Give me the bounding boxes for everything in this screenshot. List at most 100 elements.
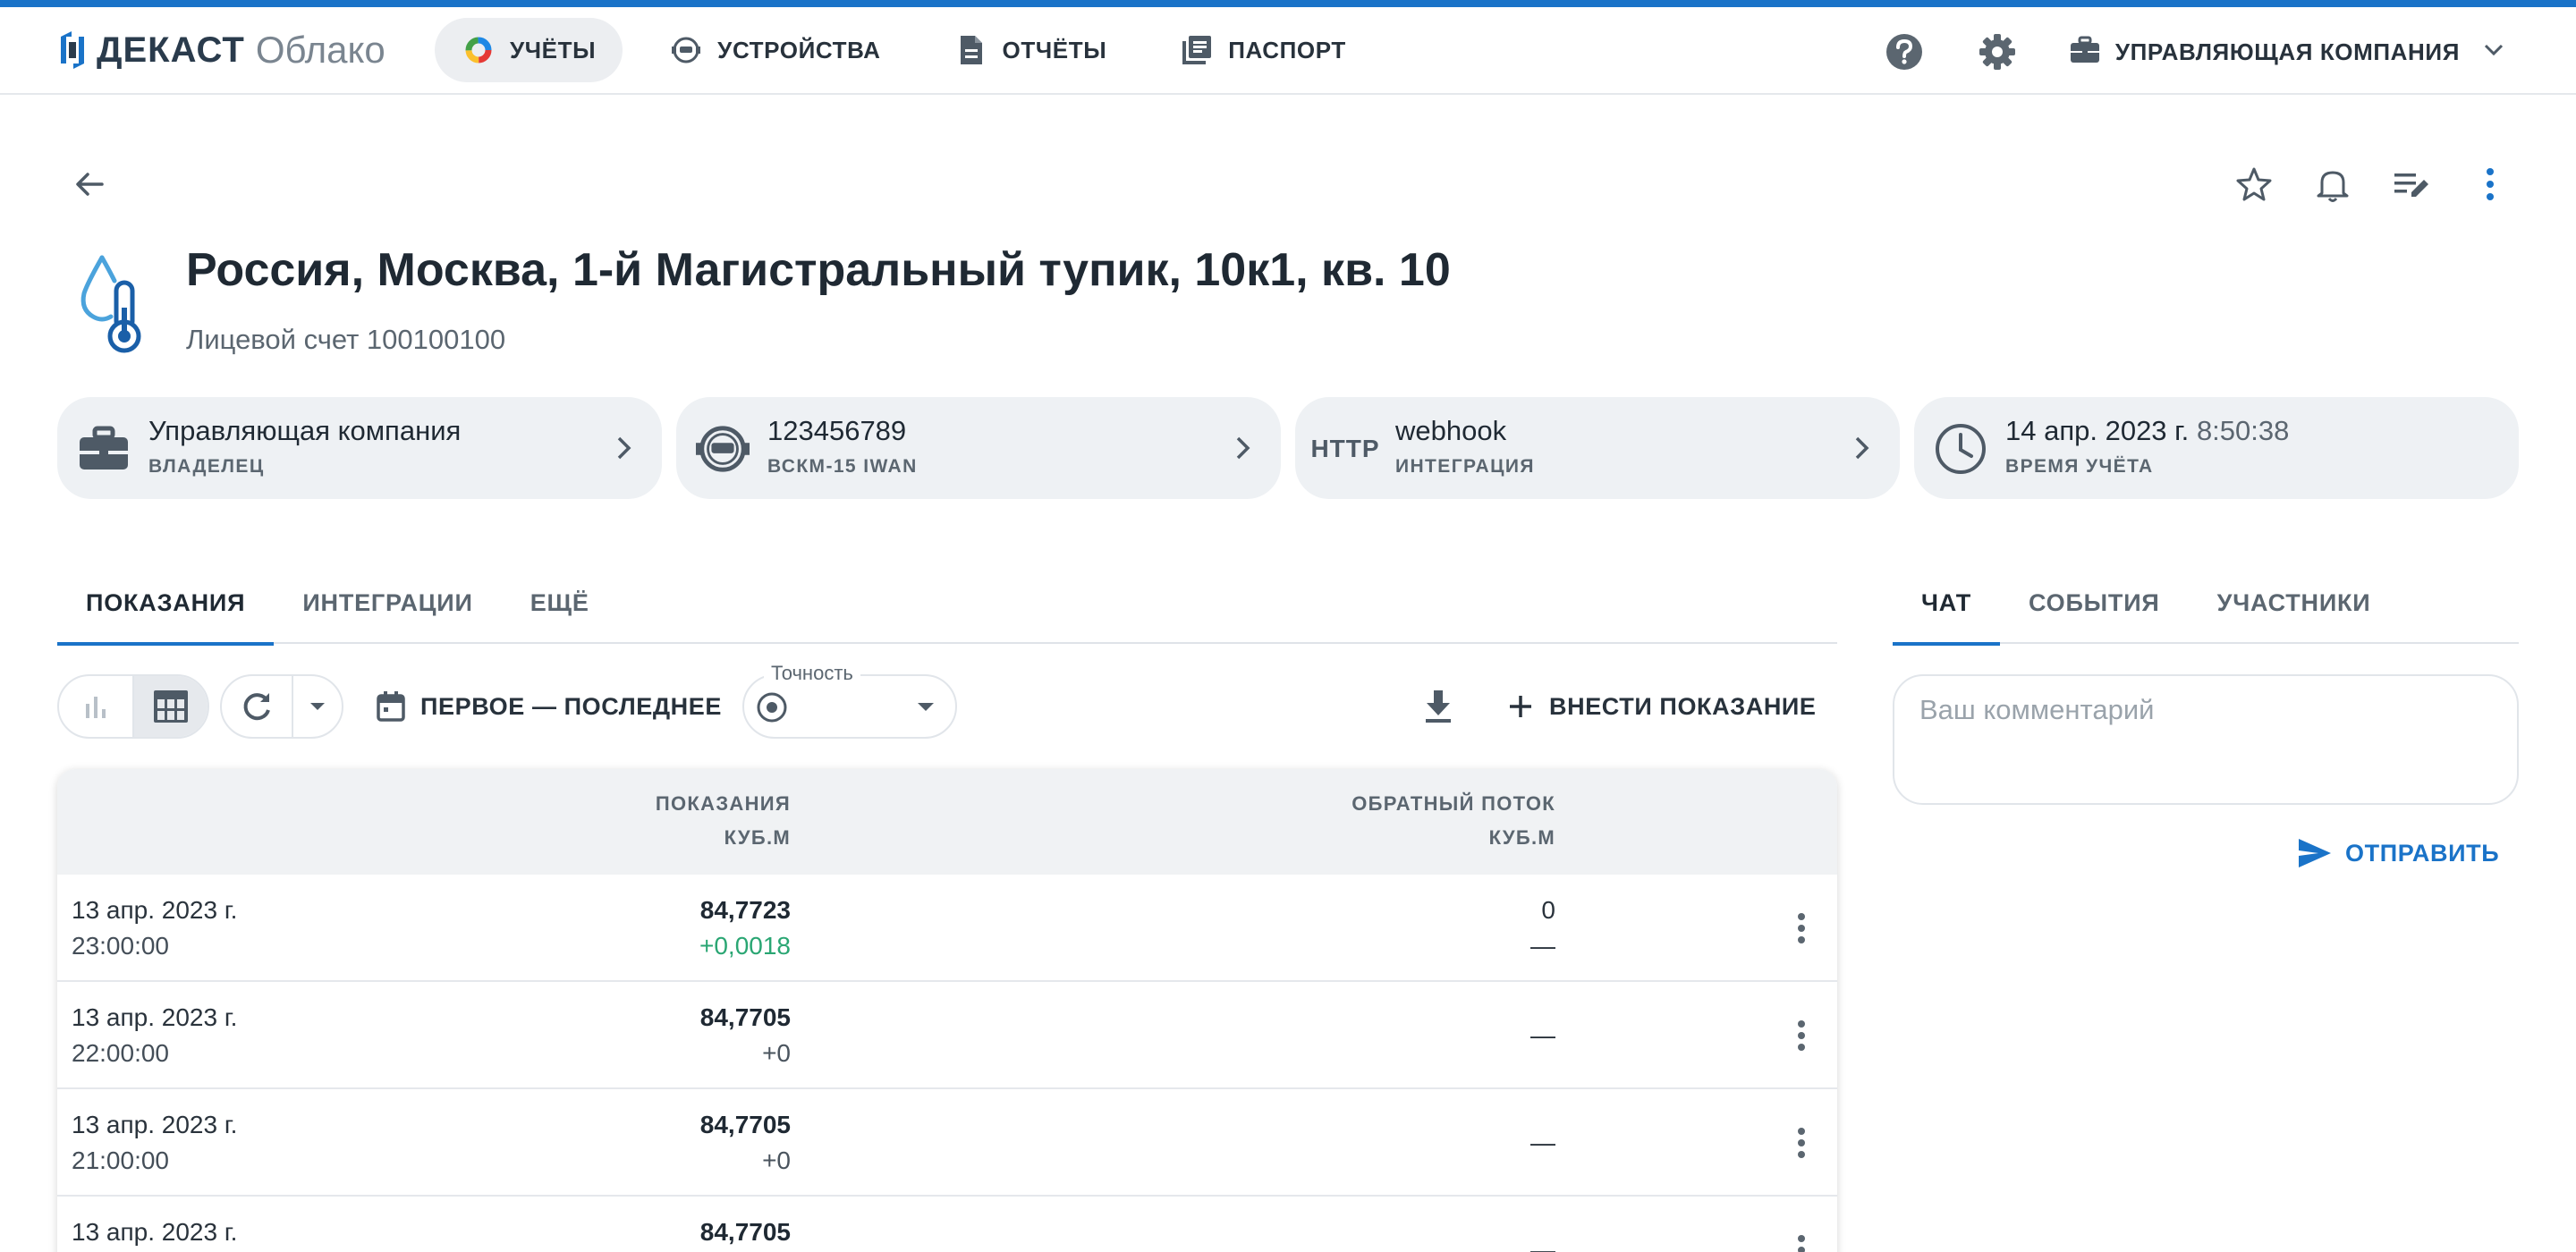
row-datetime: 13 апр. 2023 г. 23:00:00: [72, 896, 238, 960]
table-row[interactable]: 13 апр. 2023 г. 22:00:00 84,7705 +0 —: [57, 982, 1837, 1089]
chart-view-button[interactable]: [59, 676, 132, 737]
tab-more[interactable]: ЕЩЁ: [502, 562, 618, 644]
refresh-button[interactable]: [222, 676, 292, 737]
row-reading: 84,7705 +0: [699, 1111, 791, 1174]
integration-label: ИНТЕГРАЦИЯ: [1395, 456, 1535, 477]
row-datetime: 13 апр. 2023 г. 21:00:00: [72, 1111, 238, 1174]
tab-participants[interactable]: УЧАСТНИКИ: [2189, 562, 2400, 644]
precision-label: Точность: [764, 662, 860, 685]
app-header: ДЕКАСТ Облако УЧЁТЫ УСТРОЙСТВА ОТЧЁТЫ ПА…: [0, 7, 2576, 95]
chevron-right-icon: [1236, 436, 1250, 460]
refresh-group: [220, 674, 343, 739]
chevron-down-icon: [2483, 43, 2504, 62]
meter-device-icon: [696, 422, 750, 476]
help-icon[interactable]: [1883, 30, 1926, 73]
brand-name: ДЕКАСТ: [97, 30, 245, 70]
account-number: Лицевой счет 100100100: [186, 324, 506, 355]
header-actions: УПРАВЛЯЮЩАЯ КОМПАНИЯ: [1833, 27, 2504, 77]
content-tabs: ПОКАЗАНИЯ ИНТЕГРАЦИИ ЕЩЁ: [57, 562, 1837, 646]
refresh-icon: [243, 693, 270, 721]
comment-input[interactable]: Ваш комментарий: [1893, 674, 2519, 805]
view-toggle: [57, 674, 209, 739]
device-meter-icon: [669, 33, 703, 67]
accounting-time-card: 14 апр. 2023 г. 8:50:38 ВРЕМЯ УЧЁТА: [1914, 397, 2519, 499]
briefcase-icon: [77, 422, 131, 476]
row-more-icon[interactable]: [1784, 1018, 1819, 1053]
passport-library-icon: [1180, 33, 1214, 67]
download-button[interactable]: [1417, 685, 1460, 728]
tab-events[interactable]: СОБЫТИЯ: [2000, 562, 2189, 644]
accounts-pie-icon: [462, 33, 496, 67]
device-card[interactable]: 123456789 ВСКМ-15 IWAN: [676, 397, 1281, 499]
tab-chat[interactable]: ЧАТ: [1893, 562, 2001, 646]
caret-down-icon: [310, 703, 325, 710]
arrow-left-icon: [76, 173, 104, 196]
top-accent-line: [0, 0, 2576, 7]
add-reading-button[interactable]: ВНЕСТИ ПОКАЗАНИЕ: [1506, 674, 1817, 739]
row-more-icon[interactable]: [1784, 910, 1819, 946]
readings-toolbar: ПЕРВОЕ — ПОСЛЕДНЕЕ Точность ВНЕСТИ ПОКАЗ…: [57, 662, 1837, 739]
favorite-star-icon[interactable]: [2231, 161, 2277, 207]
clock-icon: [1934, 422, 1987, 476]
report-document-icon: [954, 33, 988, 67]
notifications-bell-icon[interactable]: [2309, 161, 2356, 207]
send-label: ОТПРАВИТЬ: [2345, 839, 2500, 867]
date-range-button[interactable]: ПЕРВОЕ — ПОСЛЕДНЕЕ: [376, 674, 722, 739]
tab-readings[interactable]: ПОКАЗАНИЯ: [57, 562, 275, 646]
brand-subtitle: Облако: [255, 29, 386, 71]
calendar-icon: [377, 691, 405, 722]
owner-name: Управляющая компания: [148, 415, 462, 446]
nav-item-devices[interactable]: УСТРОЙСТВА: [642, 18, 907, 82]
row-more-icon[interactable]: [1784, 1232, 1819, 1252]
company-menu-label: УПРАВЛЯЮЩАЯ КОМПАНИЯ: [2114, 38, 2460, 65]
company-menu-button[interactable]: УПРАВЛЯЮЩАЯ КОМПАНИЯ: [2069, 36, 2504, 69]
integration-name: webhook: [1395, 415, 1507, 446]
send-button[interactable]: ОТПРАВИТЬ: [2297, 832, 2499, 875]
settings-gear-icon[interactable]: [1976, 30, 2019, 73]
row-backflow: —: [1530, 1129, 1555, 1156]
tab-integrations[interactable]: ИНТЕГРАЦИИ: [274, 562, 501, 644]
owner-label: ВЛАДЕЛЕЦ: [148, 456, 265, 477]
table-icon: [154, 690, 188, 723]
table-view-button[interactable]: [134, 676, 208, 737]
more-vert-icon[interactable]: [2467, 161, 2513, 207]
page-title: Россия, Москва, 1-й Магистральный тупик,…: [186, 244, 1451, 296]
accounting-time-value: 14 апр. 2023 г. 8:50:38: [2005, 415, 2290, 446]
row-more-icon[interactable]: [1784, 1125, 1819, 1161]
bar-chart-icon: [86, 697, 106, 718]
info-cards: Управляющая компания ВЛАДЕЛЕЦ 123456789 …: [57, 397, 2519, 499]
caret-down-icon: [918, 703, 934, 711]
nav-item-passport[interactable]: ПАСПОРТ: [1153, 18, 1373, 82]
table-row[interactable]: 13 апр. 2023 г. 23:00:00 84,7723 +0,0018…: [57, 875, 1837, 982]
page-actions: [2199, 161, 2513, 207]
app-logo[interactable]: ДЕКАСТ Облако: [57, 27, 386, 73]
row-datetime: 13 апр. 2023 г.: [72, 1218, 238, 1246]
table-row[interactable]: 13 апр. 2023 г. 21:00:00 84,7705 +0 —: [57, 1089, 1837, 1197]
http-icon: HTTP: [1310, 435, 1380, 462]
edit-notes-icon[interactable]: [2388, 161, 2435, 207]
row-reading: 84,7705 +0: [699, 1003, 791, 1067]
precision-dot-icon: [757, 692, 787, 723]
owner-card[interactable]: Управляющая компания ВЛАДЕЛЕЦ: [57, 397, 662, 499]
column-backflow-header: ОБРАТНЫЙ ПОТОК КУБ.М: [1352, 792, 1555, 849]
date-range-label: ПЕРВОЕ — ПОСЛЕДНЕЕ: [420, 692, 723, 720]
nav-item-accounts[interactable]: УЧЁТЫ: [435, 18, 623, 82]
refresh-options-button[interactable]: [293, 676, 342, 737]
comment-placeholder: Ваш комментарий: [1919, 694, 2155, 725]
nav-item-label: ПАСПОРТ: [1228, 36, 1346, 63]
device-model: ВСКМ-15 IWAN: [767, 456, 918, 477]
nav-item-reports[interactable]: ОТЧЁТЫ: [928, 18, 1134, 82]
table-header: ПОКАЗАНИЯ КУБ.М ОБРАТНЫЙ ПОТОК КУБ.М: [57, 769, 1837, 875]
logo-mark-icon: [61, 31, 84, 69]
water-temperature-icon: [80, 255, 141, 353]
table-row[interactable]: 13 апр. 2023 г. 84,7705 —: [57, 1197, 1837, 1252]
send-icon: [2299, 839, 2331, 867]
row-backflow: —: [1530, 1236, 1555, 1252]
download-icon: [1426, 690, 1451, 723]
main-nav: УЧЁТЫ УСТРОЙСТВА ОТЧЁТЫ ПАСПОРТ: [435, 18, 1393, 82]
row-backflow: —: [1530, 1021, 1555, 1049]
chevron-right-icon: [617, 436, 631, 460]
row-reading: 84,7723 +0,0018: [699, 896, 791, 960]
back-button[interactable]: [68, 163, 111, 206]
integration-card[interactable]: HTTP webhook ИНТЕГРАЦИЯ: [1295, 397, 1900, 499]
